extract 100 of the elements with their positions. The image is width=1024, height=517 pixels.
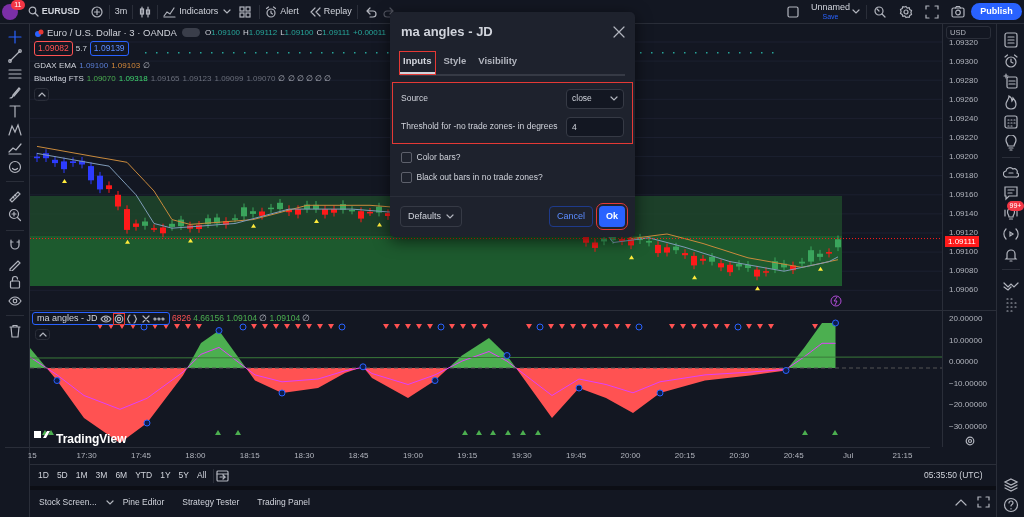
trash-icon[interactable] xyxy=(7,323,22,338)
buy-price-button[interactable]: 1.09139 xyxy=(89,41,129,57)
lightning-icon[interactable] xyxy=(830,295,842,307)
add-list-icon[interactable] xyxy=(1002,73,1019,89)
calendar-icon[interactable] xyxy=(1002,114,1019,130)
gear-icon[interactable] xyxy=(965,436,975,446)
zoom-in-icon[interactable] xyxy=(7,208,22,222)
ok-button[interactable]: Ok xyxy=(599,205,625,227)
smiley-icon[interactable] xyxy=(7,159,22,174)
indicator-name[interactable]: ma angles - JD xyxy=(37,311,98,326)
price-change: +0.00011 xyxy=(353,27,387,39)
checkbox[interactable] xyxy=(401,152,412,164)
replay-button[interactable]: Replay xyxy=(303,0,357,23)
defaults-dropdown[interactable]: Defaults xyxy=(400,205,462,227)
cancel-button[interactable]: Cancel xyxy=(548,205,593,227)
scale-label: 0.00000 xyxy=(949,356,979,369)
close-icon[interactable] xyxy=(613,25,625,38)
camera-icon[interactable] xyxy=(951,4,966,19)
eye-icon[interactable] xyxy=(7,293,22,308)
close-icon[interactable] xyxy=(140,313,151,324)
threshold-input[interactable]: 4 xyxy=(566,116,624,137)
lock-icon[interactable] xyxy=(7,275,22,289)
interval-button[interactable]: 3m xyxy=(109,0,133,23)
sell-price-button[interactable]: 1.09082 xyxy=(34,41,73,57)
flame-icon[interactable] xyxy=(1002,93,1019,110)
study-name[interactable]: Blackflag FTS xyxy=(34,71,84,85)
bottom-panel-tab[interactable]: Strategy Tester xyxy=(173,495,249,509)
study-name[interactable]: GDAX EMA xyxy=(34,58,77,72)
chevron-up-icon xyxy=(37,91,46,97)
price-label: 1.09100 xyxy=(949,246,979,258)
range-button[interactable]: 1Y xyxy=(156,469,175,482)
publish-button[interactable]: Publish xyxy=(971,2,1022,21)
watchlist-icon[interactable] xyxy=(1002,32,1019,48)
dialog-title: ma angles - JD xyxy=(401,23,493,41)
positive-area xyxy=(30,348,47,368)
range-button[interactable]: YTD xyxy=(131,469,157,482)
symbol-search-button[interactable]: EURUSD xyxy=(22,0,85,23)
range-button[interactable]: All xyxy=(193,469,211,482)
collapse-button[interactable] xyxy=(35,329,50,340)
clock-label[interactable]: 05:35:50 (UTC) xyxy=(923,469,983,482)
settings-icon[interactable] xyxy=(114,313,125,324)
broadcast-icon[interactable] xyxy=(1002,226,1019,242)
currency-flag-icon xyxy=(34,27,44,38)
range-button[interactable]: 1D xyxy=(34,469,53,482)
caret-icon[interactable] xyxy=(223,9,232,14)
indicators-button[interactable]: Indicators xyxy=(158,0,224,23)
bell-icon[interactable] xyxy=(1002,246,1019,263)
time-label: 19:15 xyxy=(456,450,479,462)
help-icon[interactable] xyxy=(1002,497,1019,513)
eye-icon[interactable] xyxy=(99,313,112,324)
pattern-icon[interactable] xyxy=(7,122,22,137)
chat-bubble-icon[interactable] xyxy=(1002,185,1019,201)
calendar-goto-icon[interactable] xyxy=(215,469,229,482)
maximize-icon[interactable] xyxy=(977,496,990,508)
text-icon[interactable] xyxy=(7,104,22,118)
dialog-tab[interactable]: Style xyxy=(440,51,470,74)
range-button[interactable]: 1M xyxy=(71,469,92,482)
bottom-panel-tab[interactable]: Stock Screen... xyxy=(30,495,106,509)
checkbox[interactable] xyxy=(401,172,412,184)
chevron-up-icon xyxy=(38,332,47,337)
trend-line-icon[interactable] xyxy=(7,48,22,63)
range-button[interactable]: 6M xyxy=(111,469,132,482)
source-dropdown[interactable]: close xyxy=(566,88,624,109)
fullscreen-icon[interactable] xyxy=(925,4,940,19)
price-label: 1.09280 xyxy=(949,75,979,87)
caret-icon[interactable] xyxy=(105,499,114,505)
add-symbol-icon[interactable] xyxy=(90,5,103,18)
layout-square-icon[interactable] xyxy=(786,5,799,18)
candlestick-icon[interactable] xyxy=(139,5,152,18)
alert-button[interactable]: Alert xyxy=(260,0,304,23)
ohlc-value: C1.09111 xyxy=(316,27,351,39)
range-button[interactable]: 5Y xyxy=(174,469,193,482)
alarm-clock-icon[interactable] xyxy=(1002,52,1019,69)
dialog-tab[interactable]: Inputs xyxy=(400,51,435,74)
more-icon[interactable] xyxy=(152,315,165,322)
price-label: 1.09300 xyxy=(949,56,979,68)
layout-name[interactable]: Unnamed xyxy=(810,2,850,12)
braces-icon[interactable] xyxy=(126,313,139,324)
lightbulb-icon[interactable] xyxy=(1002,134,1019,151)
collapse-button[interactable] xyxy=(34,87,49,101)
settings-icon[interactable] xyxy=(899,4,914,19)
dialog-tab[interactable]: Visibility xyxy=(475,51,521,74)
chevron-up-icon[interactable] xyxy=(955,498,967,506)
forecast-icon[interactable] xyxy=(7,141,22,155)
layers-icon[interactable] xyxy=(1002,476,1019,493)
avatar-circle[interactable] xyxy=(2,3,19,20)
range-button[interactable]: 5D xyxy=(52,469,72,482)
magnet-icon[interactable] xyxy=(7,238,22,252)
bottom-panel-tab[interactable]: Trading Panel xyxy=(248,495,319,509)
bottom-panel-tab[interactable]: Pine Editor xyxy=(113,495,174,509)
layout-grid-icon[interactable] xyxy=(239,5,252,18)
ruler-icon[interactable] xyxy=(7,189,22,204)
quick-search-icon[interactable] xyxy=(873,4,888,19)
field-label: Source xyxy=(401,92,428,106)
time-label: 17:45 xyxy=(129,450,152,462)
caret-icon[interactable] xyxy=(852,9,861,14)
brush-icon[interactable] xyxy=(7,85,22,100)
chat-cloud-icon[interactable] xyxy=(1002,164,1019,181)
range-button[interactable]: 3M xyxy=(91,469,112,482)
study-value: 1.09103 xyxy=(111,59,141,72)
